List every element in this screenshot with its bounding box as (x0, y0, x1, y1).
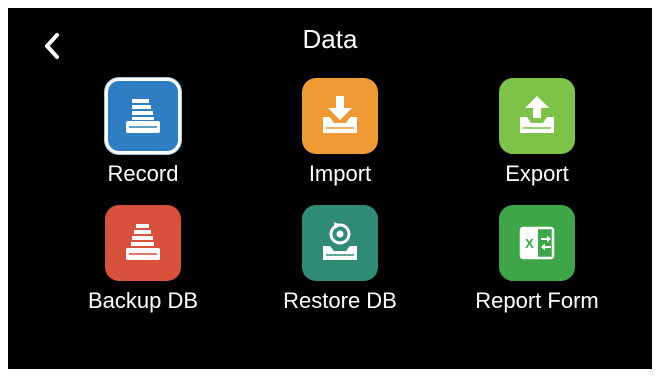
export-arrow-icon (520, 96, 554, 133)
page-title: Data (302, 24, 358, 54)
import-arrow-icon (323, 96, 357, 133)
svg-text:X: X (525, 236, 534, 251)
backup-db-icon-tile (105, 205, 181, 281)
report-form-icon-tile: X (499, 205, 575, 281)
record-button[interactable]: Record (63, 78, 223, 200)
database-list-icon (126, 99, 160, 133)
data-screen: Data Record Import Export Backup DB Rest… (8, 8, 652, 369)
export-button[interactable]: Export (457, 78, 617, 200)
export-icon-tile (499, 78, 575, 154)
restore-db-icon-tile (302, 205, 378, 281)
excel-report-icon: X (519, 226, 555, 260)
record-label: Record (107, 161, 179, 186)
backup-db-button[interactable]: Backup DB (63, 205, 223, 327)
restore-db-label: Restore DB (283, 288, 397, 313)
export-label: Export (505, 161, 569, 186)
report-form-button[interactable]: X Report Form (457, 205, 617, 327)
import-label: Import (308, 161, 372, 186)
import-icon-tile (302, 78, 378, 154)
report-form-label: Report Form (475, 288, 599, 313)
record-icon-tile (105, 78, 181, 154)
backup-db-label: Backup DB (87, 288, 199, 313)
import-button[interactable]: Import (260, 78, 420, 200)
restore-database-icon (323, 222, 357, 260)
backup-database-icon (126, 224, 160, 260)
restore-db-button[interactable]: Restore DB (260, 205, 420, 327)
